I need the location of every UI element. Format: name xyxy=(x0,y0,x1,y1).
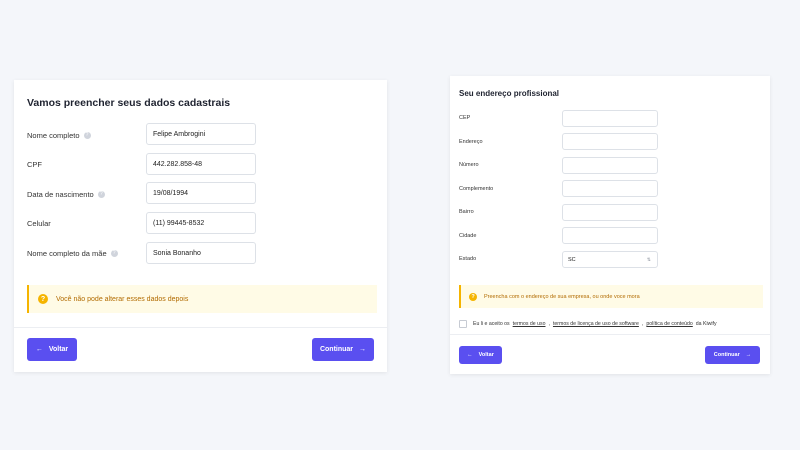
address-alert: ? Preencha com o endereço de sua empresa… xyxy=(459,285,763,308)
field-row-neighborhood: Bairro xyxy=(459,208,474,216)
field-label-phone: Celular xyxy=(27,218,51,228)
neighborhood-input[interactable] xyxy=(562,204,658,221)
divider xyxy=(14,327,387,328)
field-label-mother-name: Nome completo da mãe xyxy=(27,248,107,258)
phone-input[interactable]: (11) 99445-8532 xyxy=(146,212,256,234)
field-row-phone: Celular xyxy=(27,218,51,228)
back-button[interactable]: ← Voltar xyxy=(27,338,77,361)
back-button[interactable]: ← Voltar xyxy=(459,346,502,364)
address-title: Seu endereço profissional xyxy=(459,89,560,98)
personal-data-card: Vamos preencher seus dados cadastrais No… xyxy=(14,80,387,372)
terms-checkbox[interactable] xyxy=(459,320,467,328)
field-row-city: Cidade xyxy=(459,232,476,240)
field-row-birth-date: Data de nascimento ? xyxy=(27,189,105,199)
terms-row: Eu li e aceito os termos de uso, termos … xyxy=(459,320,717,328)
city-input[interactable] xyxy=(562,227,658,244)
arrow-left-icon: ← xyxy=(35,346,43,353)
arrow-right-icon: → xyxy=(745,352,752,358)
select-arrows-icon: ⇅ xyxy=(646,256,651,263)
warning-icon: ? xyxy=(469,292,477,301)
complement-input[interactable] xyxy=(562,180,658,197)
field-label-address: Endereço xyxy=(459,139,483,145)
field-label-full-name: Nome completo xyxy=(27,130,80,140)
field-row-full-name: Nome completo ? xyxy=(27,130,91,140)
field-label-number: Número xyxy=(459,162,479,168)
personal-data-title: Vamos preencher seus dados cadastrais xyxy=(27,97,231,109)
field-row-state: Estado xyxy=(459,255,476,263)
field-label-complement: Complemento xyxy=(459,186,494,192)
field-label-birth-date: Data de nascimento xyxy=(27,189,94,199)
field-label-city: Cidade xyxy=(459,233,477,239)
field-row-number: Número xyxy=(459,161,479,169)
software-license-link[interactable]: termos de licença de uso de software xyxy=(553,321,639,327)
divider xyxy=(450,334,770,335)
content-policy-link[interactable]: política de conteúdo xyxy=(646,321,692,327)
terms-of-use-link[interactable]: termos de uso xyxy=(513,321,546,327)
mother-name-input[interactable]: Sonia Bonanho xyxy=(146,242,256,264)
arrow-left-icon: ← xyxy=(467,352,473,358)
address-input[interactable] xyxy=(562,133,658,150)
help-icon[interactable]: ? xyxy=(97,190,105,198)
field-label-neighborhood: Bairro xyxy=(459,209,474,215)
cpf-input[interactable]: 442.282.858-48 xyxy=(146,153,256,175)
field-row-complement: Complemento xyxy=(459,185,493,193)
field-row-mother-name: Nome completo da mãe ? xyxy=(27,248,118,258)
warning-icon: ? xyxy=(38,294,48,304)
warning-alert: ? Você não pode alterar esses dados depo… xyxy=(27,285,377,313)
full-name-input[interactable]: Felipe Ambrogini xyxy=(146,123,256,145)
continue-button[interactable]: Continuar → xyxy=(705,346,760,364)
professional-address-card: Seu endereço profissional CEP Endereço N… xyxy=(450,76,770,374)
birth-date-input[interactable]: 19/08/1994 xyxy=(146,182,256,204)
help-icon[interactable]: ? xyxy=(83,131,91,139)
address-alert-text: Preencha com o endereço de sua empresa, … xyxy=(484,293,640,300)
field-row-address: Endereço xyxy=(459,138,483,146)
cep-input[interactable] xyxy=(562,110,658,127)
help-icon[interactable]: ? xyxy=(110,249,118,257)
number-input[interactable] xyxy=(562,157,658,174)
field-label-cpf: CPF xyxy=(27,159,42,169)
arrow-right-icon: → xyxy=(359,346,367,353)
warning-text: Você não pode alterar esses dados depois xyxy=(56,295,189,303)
field-label-cep: CEP xyxy=(459,115,471,121)
continue-button[interactable]: Continuar → xyxy=(312,338,374,361)
field-row-cep: CEP xyxy=(459,114,470,122)
state-select[interactable]: SC ⇅ xyxy=(562,251,658,268)
field-row-cpf: CPF xyxy=(27,159,42,169)
field-label-state: Estado xyxy=(459,256,477,262)
